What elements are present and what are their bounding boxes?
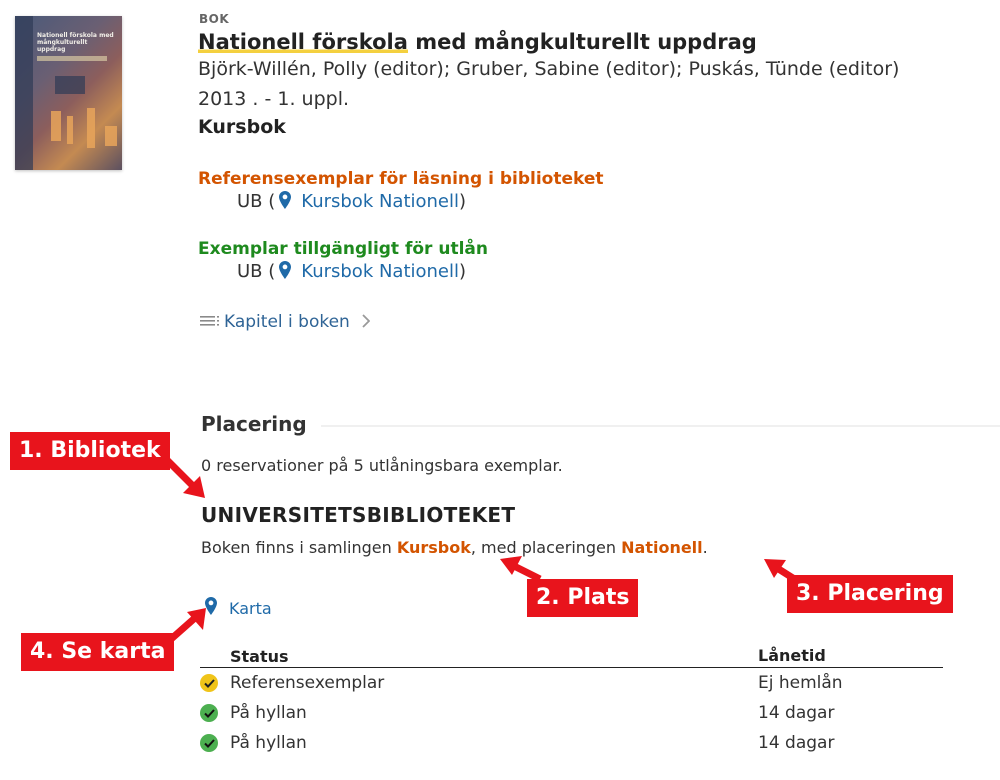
material-type-label: BOK xyxy=(199,12,230,26)
record-edition: 2013 . - 1. uppl. xyxy=(198,88,350,110)
arrow-3-head xyxy=(764,559,786,578)
status-cell: Referensexemplar xyxy=(230,673,385,693)
table-row: På hyllan 14 dagar xyxy=(200,728,943,758)
record-title[interactable]: Nationell förskola med mångkulturellt up… xyxy=(198,30,757,54)
check-green-icon xyxy=(200,734,218,752)
map-link-label: Karta xyxy=(229,598,272,618)
book-cover-image[interactable]: Nationell förskola med mångkulturellt up… xyxy=(15,16,122,170)
arrow-2-head xyxy=(500,556,522,575)
status-column-header: Status xyxy=(230,647,289,666)
paren-close: ) xyxy=(459,261,467,282)
loan-time-cell: 14 dagar xyxy=(758,703,835,723)
arrow-4-head xyxy=(187,608,206,630)
paren-close: ) xyxy=(459,191,467,212)
table-header: Status Lånetid xyxy=(200,646,943,668)
shelf-name: Nationell xyxy=(621,538,703,557)
map-link[interactable]: Karta xyxy=(205,597,272,619)
record-authors: Björk-Willén, Polly (editor); Gruber, Sa… xyxy=(198,58,900,80)
library-code: UB ( xyxy=(237,261,276,282)
library-name: UNIVERSITETSBIBLIOTEKET xyxy=(201,503,516,527)
callout-see-map: 4. Se karta xyxy=(21,633,175,671)
table-row: På hyllan 14 dagar xyxy=(200,698,943,728)
title-highlight: Nationell förskola xyxy=(198,30,408,54)
loan-location-line: UB ( Kursbok Nationell) xyxy=(237,261,466,284)
items-table: Status Lånetid Referensexemplar Ej hemlå… xyxy=(200,646,943,758)
callout-place: 2. Plats xyxy=(527,579,639,617)
chapters-label: Kapitel i boken xyxy=(224,312,350,332)
sentence-prefix: Boken finns i samlingen xyxy=(201,538,397,557)
course-book-label: Kursbok xyxy=(198,116,286,138)
loan-time-cell: 14 dagar xyxy=(758,733,835,753)
table-row: Referensexemplar Ej hemlån xyxy=(200,668,943,698)
chapters-link[interactable]: Kapitel i boken xyxy=(200,312,371,332)
location-pin-icon xyxy=(279,191,292,214)
arrow-2 xyxy=(512,562,542,583)
library-code: UB ( xyxy=(237,191,276,212)
sentence-end: . xyxy=(702,538,708,557)
loan-time-column-header: Lånetid xyxy=(758,646,826,665)
status-cell: På hyllan xyxy=(230,703,307,723)
loan-time-cell: Ej hemlån xyxy=(758,673,843,693)
map-pin-icon xyxy=(205,597,217,619)
arrow-1-head xyxy=(183,476,205,498)
reference-copy-heading: Referensexemplar för läsning i bibliotek… xyxy=(198,169,604,189)
cover-title: Nationell förskola med mångkulturellt up… xyxy=(37,32,114,53)
location-sentence: Boken finns i samlingen Kursbok, med pla… xyxy=(201,538,708,557)
sentence-mid: , med placeringen xyxy=(470,538,622,557)
location-link[interactable]: Kursbok Nationell xyxy=(301,261,459,282)
check-yellow-icon xyxy=(200,674,218,692)
location-link[interactable]: Kursbok Nationell xyxy=(301,191,459,212)
reservations-text: 0 reservationer på 5 utlåningsbara exemp… xyxy=(201,456,563,475)
check-green-icon xyxy=(200,704,218,722)
title-rest: med mångkulturellt uppdrag xyxy=(407,30,757,54)
section-divider xyxy=(321,425,1000,427)
placement-heading: Placering xyxy=(201,412,307,436)
status-cell: På hyllan xyxy=(230,733,307,753)
cover-subtitle-bar xyxy=(37,56,107,61)
chevron-right-icon xyxy=(362,313,371,332)
callout-library: 1. Bibliotek xyxy=(10,432,170,470)
list-lines-icon xyxy=(200,312,222,332)
location-pin-icon xyxy=(279,261,292,284)
loan-copy-heading: Exemplar tillgängligt för utlån xyxy=(198,239,488,259)
collection-name: Kursbok xyxy=(396,538,471,557)
callout-placement: 3. Placering xyxy=(787,575,953,613)
reference-location-line: UB ( Kursbok Nationell) xyxy=(237,191,466,214)
